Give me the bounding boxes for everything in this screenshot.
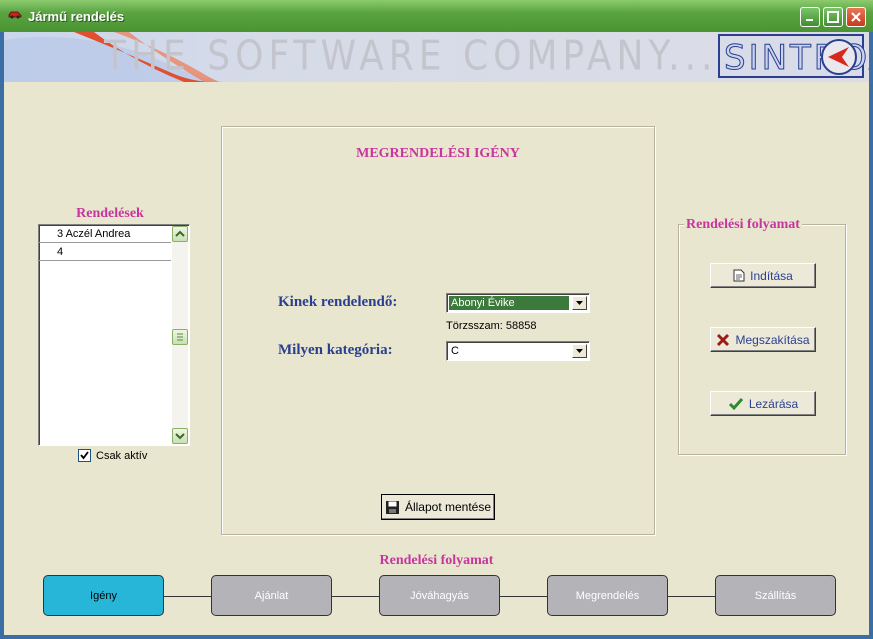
- save-status-button[interactable]: Állapot mentése: [381, 494, 495, 520]
- process-box-heading: Rendelési folyamat: [684, 217, 802, 233]
- process-steps-heading: Rendelési folyamat: [379, 553, 494, 568]
- start-button-label: Indítása: [750, 268, 793, 283]
- step-szallitas[interactable]: Szállítás: [715, 575, 836, 616]
- maximize-button[interactable]: [823, 7, 843, 27]
- orders-scrollbar[interactable]: [172, 226, 188, 444]
- start-button[interactable]: Indítása: [710, 263, 816, 288]
- recipient-label: Kinek rendelendő:: [278, 294, 398, 310]
- chevron-up-icon: [175, 230, 185, 237]
- step-connector: [500, 596, 547, 597]
- floppy-disk-icon: [385, 500, 399, 514]
- recipient-dropdown-button[interactable]: [572, 296, 587, 310]
- scroll-up-button[interactable]: [172, 226, 188, 242]
- red-x-icon: [717, 333, 730, 346]
- category-select[interactable]: C: [446, 341, 590, 361]
- scroll-down-button[interactable]: [172, 428, 188, 444]
- close-process-label: Lezárása: [748, 396, 799, 411]
- active-only-checkbox[interactable]: Csak aktív: [78, 449, 147, 462]
- step-connector: [332, 596, 379, 597]
- checkbox-box[interactable]: [78, 449, 91, 462]
- document-icon: [733, 269, 745, 282]
- minimize-button[interactable]: [800, 7, 820, 27]
- request-panel: [221, 126, 655, 535]
- window-title: Jármű rendelés: [28, 9, 125, 24]
- recipient-select[interactable]: Abonyi Évike: [446, 293, 590, 313]
- chevron-down-icon: [175, 433, 185, 440]
- chevron-down-icon: [576, 301, 583, 305]
- title-bar[interactable]: Jármű rendelés: [0, 0, 873, 32]
- step-igeny[interactable]: Igény: [43, 575, 164, 616]
- green-check-icon: [728, 397, 743, 410]
- step-megrendeles[interactable]: Megrendelés: [547, 575, 668, 616]
- step-connector: [164, 596, 211, 597]
- company-banner: THE SOFTWARE COMPANY... SINTROX: [4, 32, 869, 82]
- chevron-down-icon: [576, 349, 583, 353]
- banner-tagline: THE SOFTWARE COMPANY...: [104, 32, 718, 81]
- checkbox-label: Csak aktív: [96, 449, 148, 462]
- step-jovahagyas[interactable]: Jóváhagyás: [379, 575, 500, 616]
- grip-icon: [177, 333, 183, 341]
- step-ajanlat[interactable]: Ajánlat: [211, 575, 332, 616]
- close-icon: [851, 12, 861, 22]
- abort-button[interactable]: Megszakítása: [710, 327, 816, 352]
- car-icon: [8, 11, 22, 19]
- orders-heading: Rendelések: [76, 206, 144, 221]
- category-dropdown-button[interactable]: [572, 344, 587, 358]
- request-heading: MEGRENDELÉSI IGÉNY: [356, 146, 520, 161]
- employee-id: Törzsszam: 58858: [446, 320, 537, 332]
- minimize-icon: [806, 19, 813, 21]
- sintrox-logo: SINTROX: [718, 34, 869, 79]
- abort-button-label: Megszakítása: [735, 332, 810, 347]
- save-status-label: Állapot mentése: [404, 500, 492, 514]
- check-icon: [80, 451, 89, 460]
- close-process-button[interactable]: Lezárása: [710, 391, 816, 416]
- category-value: C: [451, 345, 459, 357]
- category-label: Milyen kategória:: [278, 342, 393, 358]
- recipient-value: Abonyi Évike: [449, 296, 569, 310]
- list-item[interactable]: 4: [39, 243, 171, 261]
- close-window-button[interactable]: [846, 7, 866, 27]
- list-item[interactable]: 3 Aczél Andrea: [39, 225, 171, 243]
- maximize-icon: [827, 11, 839, 23]
- logo-arrow-icon: [821, 39, 857, 75]
- scroll-thumb[interactable]: [172, 329, 188, 345]
- step-connector: [668, 596, 715, 597]
- orders-list[interactable]: 3 Aczél Andrea 4: [38, 224, 190, 446]
